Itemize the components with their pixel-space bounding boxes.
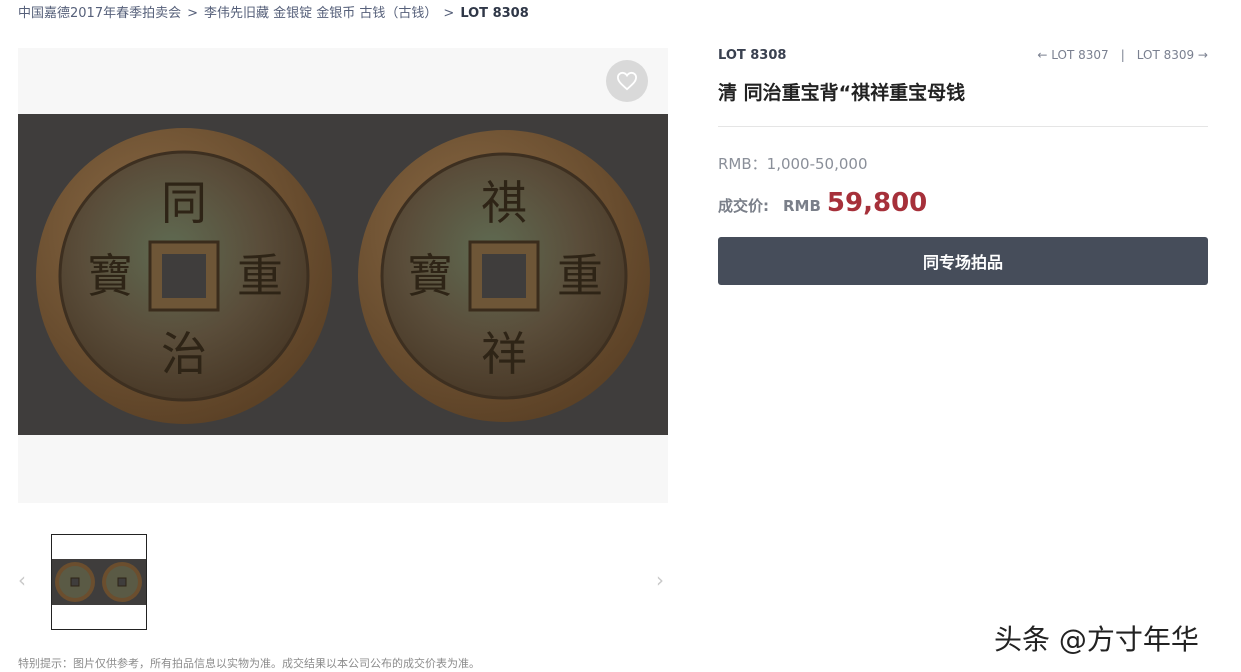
coin-right: 祺 重 祥 寶	[358, 130, 650, 422]
lot-title: 清 同治重宝背“祺祥重宝母钱	[718, 82, 966, 104]
next-lot-link[interactable]: LOT 8309 →	[1137, 48, 1208, 62]
coin-left-char-bottom: 治	[161, 327, 207, 381]
lot-navigation: ← LOT 8307 | LOT 8309 →	[1037, 48, 1208, 62]
thumbnail[interactable]	[51, 534, 147, 630]
breadcrumb: 中国嘉德2017年春季拍卖会 > 李伟先旧藏 金银锭 金银币 古钱（古钱） > LOT …	[18, 2, 529, 21]
coin-right-char-right: 重	[557, 249, 603, 303]
coin-left: 同 重 治 寶	[36, 128, 332, 424]
lot-number: LOT 8308	[718, 48, 787, 63]
image-gallery: 同 重 治 寶 祺 重 祥 寶	[18, 48, 668, 503]
favorite-button[interactable]	[606, 60, 648, 102]
breadcrumb-auction[interactable]: 中国嘉德2017年春季拍卖会	[18, 2, 181, 21]
sold-price: 59,800	[826, 188, 928, 218]
chevron-right-icon[interactable]: ›	[656, 570, 664, 590]
sold-currency: RMB	[783, 197, 821, 215]
disclaimer-text: 特别提示：图片仅供参考，所有拍品信息以实物为准。成交结果以本公司公布的成交价表为…	[18, 657, 480, 670]
lot-photo[interactable]: 同 重 治 寶 祺 重 祥 寶	[18, 114, 668, 435]
heart-icon	[616, 71, 638, 91]
divider	[718, 126, 1208, 127]
coin-right-char-left: 寶	[407, 249, 453, 303]
coin-right-char-top: 祺	[481, 176, 527, 230]
estimate-text: RMB：1,000-50,000	[718, 155, 868, 173]
sold-label: 成交价:	[718, 197, 769, 215]
watermark: 头条 @方寸年华	[994, 623, 1199, 656]
lot-nav-separator: |	[1120, 48, 1125, 62]
breadcrumb-current: LOT 8308	[460, 6, 529, 21]
breadcrumb-category[interactable]: 李伟先旧藏 金银锭 金银币 古钱（古钱）	[204, 2, 437, 21]
thumbnail-strip: ‹ ›	[18, 534, 668, 630]
prev-lot-link[interactable]: ← LOT 8307	[1037, 48, 1108, 62]
coin-right-char-bottom: 祥	[481, 327, 527, 381]
same-session-lots-button[interactable]: 同专场拍品	[718, 237, 1208, 285]
thumbnail-image	[52, 559, 146, 605]
sold-price-row: 成交价: RMB 59,800	[718, 188, 927, 218]
coin-left-char-left: 寶	[87, 249, 133, 303]
coin-left-char-top: 同	[161, 176, 207, 230]
breadcrumb-separator: >	[187, 6, 198, 21]
coin-left-char-right: 重	[237, 249, 283, 303]
breadcrumb-separator: >	[443, 6, 455, 21]
chevron-left-icon[interactable]: ‹	[18, 570, 26, 590]
coin-image: 同 重 治 寶 祺 重 祥 寶	[36, 128, 650, 424]
